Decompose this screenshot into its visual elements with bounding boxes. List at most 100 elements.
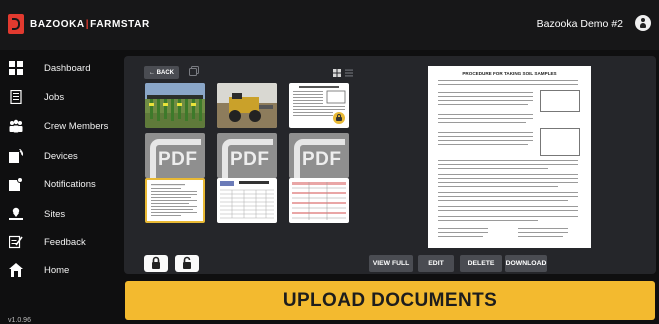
download-button[interactable]: DOWNLOAD (505, 255, 547, 272)
preview-text-line (438, 210, 578, 211)
preview-text-line (438, 164, 578, 165)
preview-text-line (438, 178, 578, 179)
upload-documents-button[interactable]: UPLOAD DOCUMENTS (125, 281, 655, 320)
sidebar-item-feedback[interactable]: Feedback (0, 230, 118, 254)
document-thumbnail[interactable]: PDF (289, 133, 349, 178)
document-thumbnail[interactable] (145, 83, 205, 128)
sidebar-item-label: Jobs (44, 91, 65, 103)
preview-text-line (518, 232, 568, 233)
pdf-file-label: PDF (230, 149, 270, 170)
preview-text-line (438, 160, 578, 161)
document-thumbnail[interactable]: PDF (145, 133, 205, 178)
document-thumbnail[interactable] (217, 83, 277, 128)
sidebar-item-sites[interactable]: Sites (0, 202, 118, 226)
preview-text-line (518, 236, 563, 237)
sidebar-item-label: Notifications (44, 178, 96, 190)
preview-text-line (438, 96, 533, 97)
table-sheet-image (292, 182, 346, 220)
preview-text-line (438, 168, 548, 169)
lock-button[interactable] (144, 255, 168, 272)
preview-text-line (438, 144, 528, 145)
sidebar: Dashboard Jobs Crew Members Devices Noti… (0, 50, 118, 323)
notifications-icon (9, 177, 23, 191)
preview-text-line (438, 174, 578, 175)
preview-text-line (438, 136, 533, 137)
sidebar-item-label: Devices (44, 150, 78, 162)
home-icon (9, 263, 23, 277)
brand-logo-icon (8, 14, 24, 34)
sidebar-item-label: Dashboard (44, 62, 91, 74)
preview-text-line (438, 132, 533, 133)
edit-button[interactable]: EDIT (418, 255, 454, 272)
spreadsheet-page-image (220, 181, 274, 219)
brand[interactable]: BAZOOKA|FARMSTAR (8, 14, 150, 34)
preview-text-line (438, 192, 578, 193)
sidebar-item-jobs[interactable]: Jobs (0, 85, 118, 109)
unlock-button[interactable] (175, 255, 199, 272)
preview-diagram (540, 128, 580, 156)
sites-icon (9, 207, 23, 220)
field-equipment-photo (145, 83, 205, 128)
grid-view-icon[interactable] (333, 69, 341, 77)
preview-title: PROCEDURE FOR TAKING SOIL SAMPLES (462, 71, 557, 76)
preview-text-line (438, 220, 538, 221)
delete-button[interactable]: DELETE (460, 255, 502, 272)
user-name[interactable]: Bazooka Demo #2 (537, 18, 623, 30)
preview-text-line (438, 236, 483, 237)
brand-name-right: FARMSTAR (90, 18, 150, 30)
preview-text-line (438, 100, 533, 101)
pdf-file-label: PDF (158, 149, 198, 170)
preview-text-line (438, 104, 528, 105)
document-thumbnail-selected[interactable] (145, 178, 205, 223)
preview-diagram (540, 90, 580, 112)
sidebar-item-label: Crew Members (44, 120, 109, 132)
brand-name-left: BAZOOKA (30, 18, 85, 30)
machine-photo (217, 83, 277, 128)
sidebar-item-label: Feedback (44, 236, 86, 248)
view-full-button[interactable]: VIEW FULL (369, 255, 413, 272)
feedback-icon (9, 235, 23, 249)
preview-text-line (438, 186, 558, 187)
sidebar-item-devices[interactable]: Devices (0, 144, 118, 168)
preview-text-line (438, 84, 578, 85)
preview-text-line (438, 92, 533, 93)
document-page-image (151, 184, 197, 216)
pdf-file-label: PDF (302, 149, 342, 170)
sidebar-item-dashboard[interactable]: Dashboard (0, 56, 118, 80)
preview-text-line (438, 200, 568, 201)
lock-icon (152, 256, 160, 269)
document-thumbnail[interactable] (289, 178, 349, 223)
list-view-icon[interactable] (345, 69, 353, 77)
sidebar-item-label: Sites (44, 208, 66, 220)
preview-text-line (438, 122, 526, 123)
document-thumbnail[interactable] (217, 178, 277, 223)
preview-text-line (438, 196, 578, 197)
sidebar-item-notifications[interactable]: Notifications (0, 172, 118, 196)
preview-text-line (438, 228, 488, 229)
document-thumbnail[interactable] (289, 83, 349, 128)
sidebar-item-label: Home (44, 264, 70, 276)
preview-text-line (438, 182, 578, 183)
copy-icon[interactable] (189, 66, 199, 76)
preview-text-line (438, 114, 533, 115)
preview-text-line (438, 80, 578, 81)
preview-text-line (438, 118, 533, 119)
document-thumbnail[interactable]: PDF (217, 133, 277, 178)
preview-text-line (438, 206, 578, 207)
preview-text-line (518, 228, 568, 229)
brand-name: BAZOOKA|FARMSTAR (30, 19, 150, 30)
preview-text-line (438, 232, 488, 233)
preview-text-line (438, 140, 533, 141)
document-preview: PROCEDURE FOR TAKING SOIL SAMPLES (428, 66, 591, 248)
locked-badge-icon (333, 112, 345, 124)
top-bar: BAZOOKA|FARMSTAR Bazooka Demo #2 (0, 0, 659, 50)
devices-icon (9, 149, 23, 163)
user-avatar-icon[interactable] (635, 15, 651, 31)
dashboard-icon (9, 61, 23, 75)
sidebar-item-home[interactable]: Home (0, 258, 118, 282)
preview-text-line (438, 216, 578, 217)
back-button[interactable]: ← BACK (144, 66, 179, 79)
crew-members-icon (9, 119, 23, 133)
jobs-icon (10, 90, 22, 104)
sidebar-item-crew-members[interactable]: Crew Members (0, 114, 118, 138)
